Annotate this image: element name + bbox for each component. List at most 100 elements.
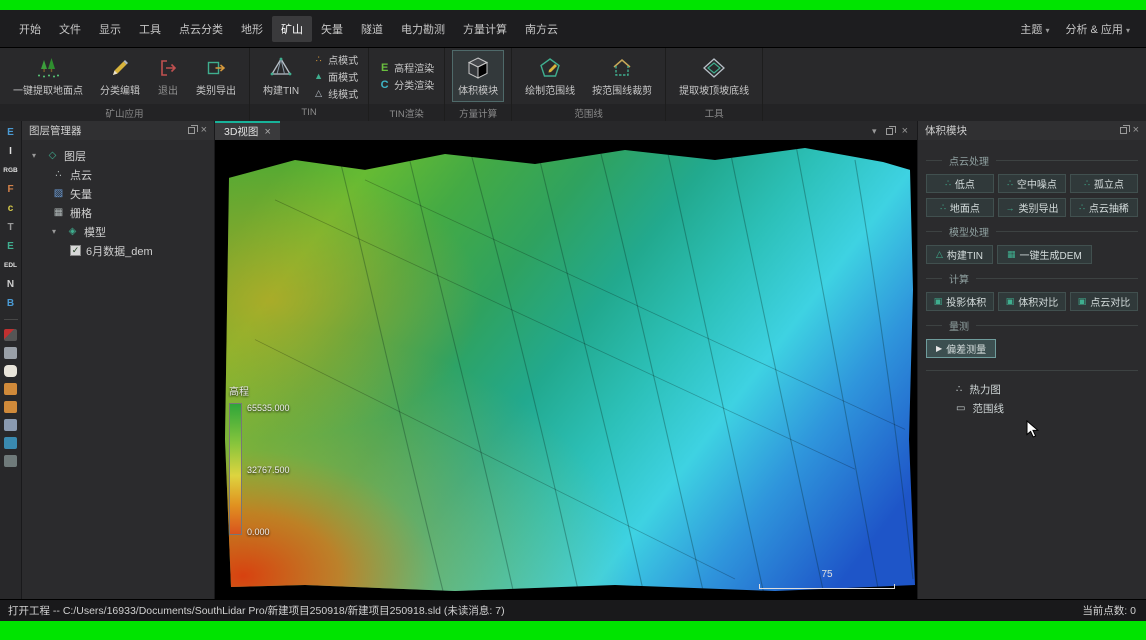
export-arrow-icon: → [1006, 203, 1015, 213]
strip-icon-b[interactable]: B [2, 297, 20, 310]
line-mode-icon: △ [313, 88, 324, 99]
strip-icon-t[interactable]: T [2, 221, 20, 234]
strip-icon-rgb[interactable]: RGB [2, 164, 20, 177]
tree-item-dem-layer[interactable]: ✓ 6月数据_dem [26, 241, 210, 260]
elevation-render-button[interactable]: E 高程渲染 [376, 60, 437, 75]
tree-item-layers-root[interactable]: ▾ ◇ 图层 [26, 146, 210, 165]
class-render-button[interactable]: C 分类渲染 [376, 77, 437, 92]
menu-item-terrain[interactable]: 地形 [232, 16, 272, 42]
extract-slope-button[interactable]: 提取坡顶坡底线 [673, 50, 755, 102]
expand-caret-icon[interactable]: ▾ [32, 151, 41, 160]
extract-ground-button[interactable]: 一键提取地面点 [7, 50, 89, 102]
isolated-point-button[interactable]: ∴孤立点 [1070, 174, 1138, 193]
build-tin-button[interactable]: 构建TIN [257, 50, 305, 102]
volume-compare-button[interactable]: ▣体积对比 [998, 292, 1066, 311]
volume-module-button[interactable]: 体积模块 [452, 50, 504, 102]
cube-tool-icon[interactable] [4, 347, 17, 359]
clip-by-range-button[interactable]: 按范围线裁剪 [586, 50, 658, 102]
volume-module-body: 点云处理 ∴低点 ∴空中噪点 ∴孤立点 ∴地面点 →类别导出 ∴点云抽稀 模型处… [918, 140, 1146, 599]
menu-item-tunnel[interactable]: 隧道 [352, 16, 392, 42]
points-icon: ∴ [1007, 178, 1013, 189]
layer-manager-panel: 图层管理器 × ▾ ◇ 图层 ∴ 点云 ▨ 矢量 [22, 121, 215, 599]
theme-menu[interactable]: 主题 ▾ [1020, 21, 1049, 37]
ground-point-button[interactable]: ∴地面点 [926, 198, 994, 217]
menu-item-display[interactable]: 显示 [90, 16, 130, 42]
menu-item-south-cloud[interactable]: 南方云 [516, 16, 567, 42]
point-cloud-icon: ∴ [52, 169, 65, 180]
menu-item-mining[interactable]: 矿山 [272, 16, 312, 42]
box-tool-icon-3[interactable] [4, 419, 17, 431]
air-noise-button[interactable]: ∴空中噪点 [998, 174, 1066, 193]
face-mode-button[interactable]: ▲ 面模式 [310, 69, 361, 84]
tree-item-model[interactable]: ▾ ◈ 模型 [26, 222, 210, 241]
box-tool-icon-5[interactable] [4, 455, 17, 467]
rangeline-icon: ▭ [956, 403, 965, 414]
box-tool-icon-1[interactable] [4, 383, 17, 395]
ribbon-group-range-line: 绘制范围线 按范围线裁剪 范围线 [512, 48, 666, 121]
low-point-button[interactable]: ∴低点 [926, 174, 994, 193]
point-count-status: 当前点数: 0 [1082, 603, 1138, 618]
points-icon: ∴ [940, 202, 946, 213]
strip-icon-c[interactable]: c [2, 202, 20, 215]
tin-mesh-icon [269, 55, 293, 81]
close-tab-icon[interactable]: × [264, 126, 270, 138]
menu-item-pointcloud-classify[interactable]: 点云分类 [170, 16, 232, 42]
menu-item-volume-calc[interactable]: 方量计算 [454, 16, 516, 42]
exit-button[interactable]: 退出 [151, 50, 185, 102]
flag-tool-icon[interactable] [4, 329, 17, 341]
expand-caret-icon[interactable]: ▾ [52, 227, 61, 236]
projection-volume-button[interactable]: ▣投影体积 [926, 292, 994, 311]
generate-dem-button[interactable]: ▦一键生成DEM [997, 245, 1092, 264]
tree-item-raster[interactable]: ▦ 栅格 [26, 203, 210, 222]
analysis-app-menu[interactable]: 分析 & 应用 ▾ [1065, 21, 1130, 37]
close-view-icon[interactable]: × [902, 125, 908, 137]
pan-hand-icon[interactable] [4, 365, 17, 377]
strip-icon-intensity[interactable]: I [2, 145, 20, 158]
build-tin-button-panel[interactable]: △构建TIN [926, 245, 993, 264]
class-export-button-panel[interactable]: →类别导出 [998, 198, 1066, 217]
layer-manager-header: 图层管理器 × [22, 121, 214, 140]
thin-points-button[interactable]: ∴点云抽稀 [1070, 198, 1138, 217]
tab-3d-view[interactable]: 3D视图 × [215, 121, 280, 140]
heatmap-item[interactable]: ∴热力图 [926, 380, 1138, 399]
face-mode-icon: ▲ [313, 71, 324, 81]
menu-item-start[interactable]: 开始 [10, 16, 50, 42]
restore-view-icon[interactable] [886, 128, 893, 135]
tree-item-point-cloud[interactable]: ∴ 点云 [26, 165, 210, 184]
float-panel-icon[interactable] [188, 127, 195, 134]
viewport-tabbar: 3D视图 × ▾ × [215, 121, 917, 140]
draw-range-button[interactable]: 绘制范围线 [519, 50, 581, 102]
rangeline-item[interactable]: ▭范围线 [926, 399, 1138, 418]
box-tool-icon-4[interactable] [4, 437, 17, 449]
scale-value: 75 [821, 569, 832, 580]
points-icon: ∴ [1084, 178, 1090, 189]
tree-item-vector[interactable]: ▨ 矢量 [26, 184, 210, 203]
menu-item-power-survey[interactable]: 电力勘测 [392, 16, 454, 42]
menu-item-file[interactable]: 文件 [50, 16, 90, 42]
strip-icon-e2[interactable]: E [2, 240, 20, 253]
menu-item-tools[interactable]: 工具 [130, 16, 170, 42]
cloud-compare-button[interactable]: ▣点云对比 [1070, 292, 1138, 311]
layer-visibility-checkbox[interactable]: ✓ [70, 245, 81, 256]
classify-edit-button[interactable]: 分类编辑 [94, 50, 146, 102]
close-panel-icon[interactable]: × [201, 126, 207, 135]
deviation-measure-button[interactable]: ▶偏差测量 [926, 339, 996, 358]
strip-icon-elevation[interactable]: E [2, 126, 20, 139]
cursor-measure-icon: ▶ [936, 344, 942, 353]
box-tool-icon-2[interactable] [4, 401, 17, 413]
strip-icon-f[interactable]: F [2, 183, 20, 196]
point-mode-button[interactable]: ∴ 点模式 [310, 52, 361, 67]
strip-icon-n[interactable]: N [2, 278, 20, 291]
3d-viewport[interactable]: 高程 65535.000 32767.500 0.000 75 [215, 140, 917, 599]
menu-item-vector[interactable]: 矢量 [312, 16, 352, 42]
class-export-button[interactable]: 类别导出 [190, 50, 242, 102]
line-mode-button[interactable]: △ 线模式 [310, 86, 361, 101]
house-clip-icon [610, 55, 634, 81]
close-panel-icon[interactable]: × [1133, 126, 1139, 135]
elevation-render-icon: E [379, 62, 390, 74]
ribbon-group-label-mining: 矿山应用 [0, 104, 249, 121]
ribbon-group-label-tools: 工具 [666, 104, 762, 121]
strip-icon-edl[interactable]: EDL [2, 259, 20, 272]
tab-list-dropdown-icon[interactable]: ▾ [872, 126, 877, 137]
float-panel-icon[interactable] [1120, 127, 1127, 134]
